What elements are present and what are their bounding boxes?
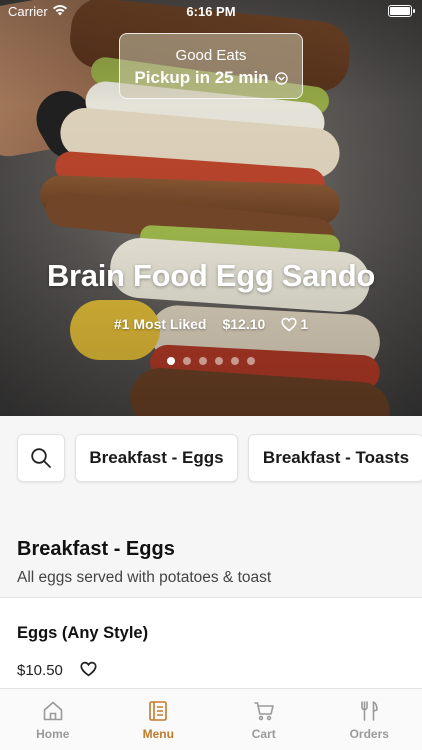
heart-icon [281, 317, 297, 331]
tab-menu-label: Menu [142, 727, 174, 741]
featured-item-title: Brain Food Egg Sando [46, 258, 376, 293]
carousel-dot[interactable] [199, 357, 207, 365]
chevron-down-circle-icon [274, 71, 288, 85]
pickup-eta-label: Pickup in 25 min [134, 68, 269, 87]
menu-section-header: Breakfast - Eggs All eggs served with po… [0, 502, 422, 598]
tab-home-label: Home [36, 727, 70, 741]
search-button[interactable] [17, 434, 65, 482]
carousel-dot[interactable] [247, 357, 255, 365]
tab-orders[interactable]: Orders [317, 689, 422, 750]
search-icon [31, 448, 51, 468]
category-bar: Breakfast - Eggs Breakfast - Toasts [0, 416, 422, 502]
restaurant-name: Good Eats [175, 47, 247, 64]
tab-cart[interactable]: Cart [211, 689, 317, 750]
carousel-dot[interactable] [167, 357, 175, 365]
featured-price: $12.10 [222, 316, 266, 332]
tab-orders-label: Orders [349, 727, 389, 741]
featured-badge: #1 Most Liked [113, 316, 207, 332]
pickup-selector[interactable]: Good Eats Pickup in 25 min [119, 33, 303, 99]
carousel-dot[interactable] [183, 357, 191, 365]
tab-cart-label: Cart [251, 727, 276, 741]
home-icon [43, 701, 63, 721]
heart-icon[interactable] [80, 661, 97, 677]
clock: 6:16 PM [186, 4, 236, 19]
tab-menu[interactable]: Menu [106, 689, 212, 750]
cart-icon [254, 702, 274, 721]
menu-item[interactable]: Eggs (Any Style) $10.50 [0, 598, 422, 688]
section-title: Breakfast - Eggs [17, 538, 175, 560]
featured-item-meta: #1 Most Liked $12.10 1 [0, 316, 422, 332]
status-bar: Carrier 6:16 PM [0, 0, 422, 22]
menu-item-price: $10.50 [17, 662, 63, 679]
carousel-dots[interactable] [0, 357, 422, 365]
category-chip-breakfast-eggs[interactable]: Breakfast - Eggs [75, 434, 238, 482]
featured-likes[interactable]: 1 [281, 316, 308, 332]
tab-bar: Home Menu Cart Orders [0, 688, 422, 750]
tab-home[interactable]: Home [0, 689, 106, 750]
menu-item-name: Eggs (Any Style) [17, 624, 149, 642]
section-description: All eggs served with potatoes & toast [17, 569, 272, 586]
fork-knife-icon [361, 701, 379, 721]
carousel-dot[interactable] [231, 357, 239, 365]
featured-likes-count: 1 [300, 316, 309, 332]
carousel-dot[interactable] [215, 357, 223, 365]
pickup-eta: Pickup in 25 min [120, 68, 302, 88]
battery-icon [388, 5, 415, 17]
menu-icon [149, 701, 168, 721]
category-chip-breakfast-toasts[interactable]: Breakfast - Toasts [248, 434, 422, 482]
